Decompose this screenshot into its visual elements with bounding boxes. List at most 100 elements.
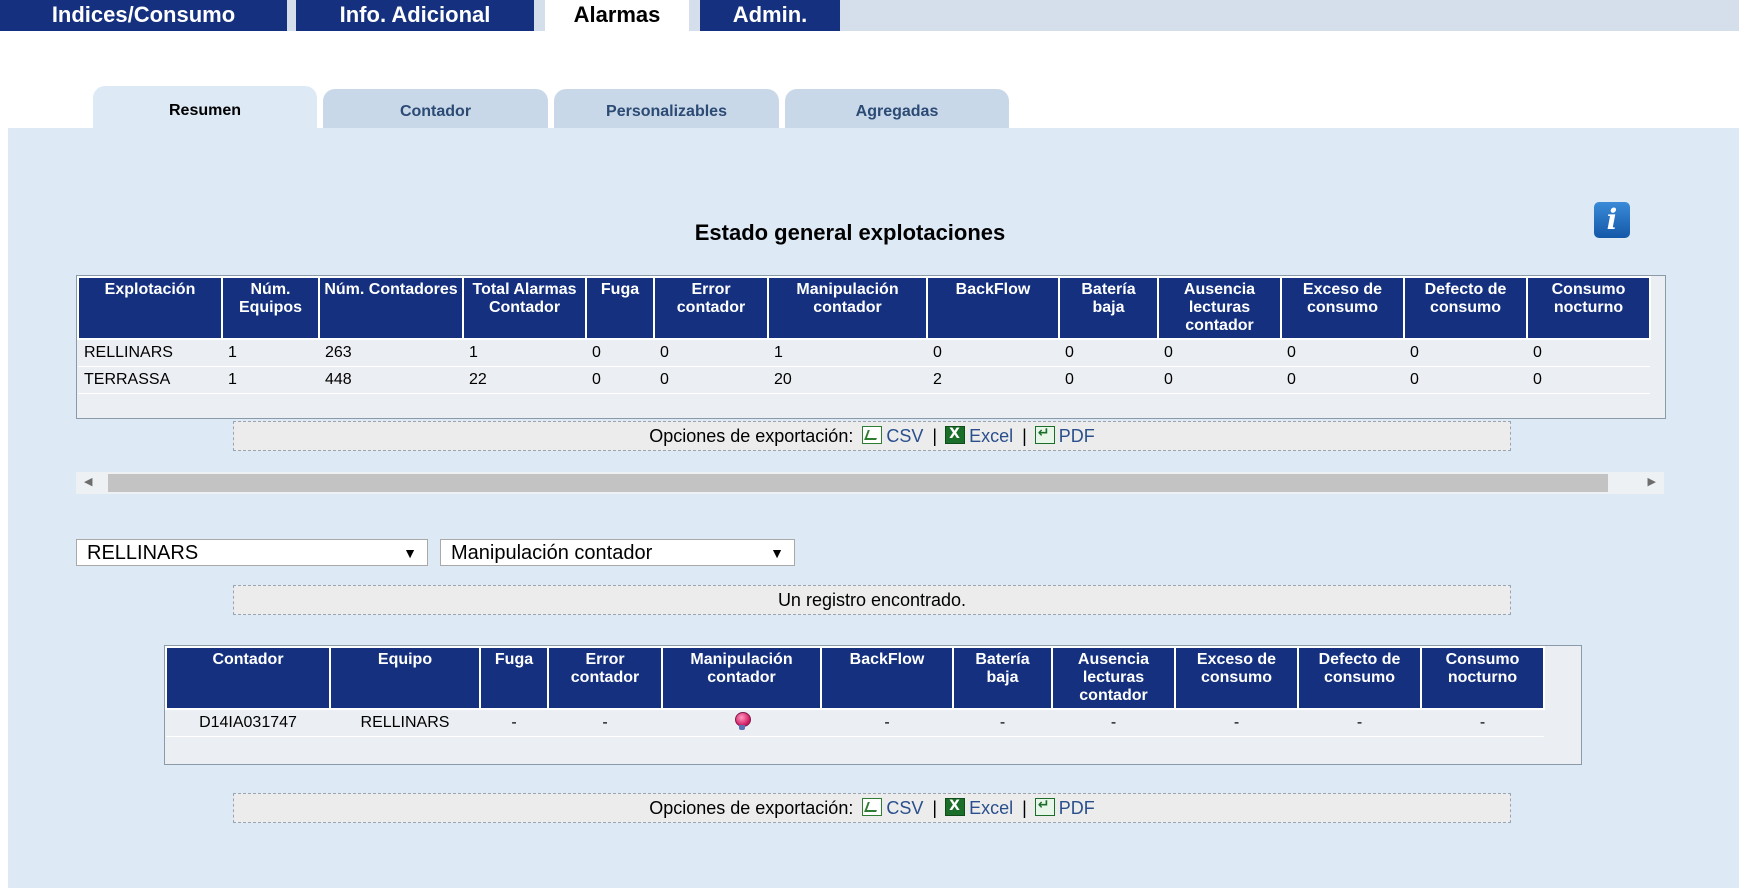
cell: 0 xyxy=(927,339,1059,367)
result-message: Un registro encontrado. xyxy=(777,590,967,610)
alarm-bulb-icon[interactable] xyxy=(734,711,751,730)
col-num-contadores[interactable]: Núm. Contadores xyxy=(318,276,464,340)
cell: 0 xyxy=(1158,339,1281,367)
cell: 20 xyxy=(768,366,927,394)
cell-contador: D14IA031747 xyxy=(166,709,330,737)
tab-info-adicional[interactable]: Info. Adicional xyxy=(296,0,534,31)
col-backflow[interactable]: BackFlow xyxy=(926,276,1060,340)
explotacion-select[interactable]: RELLINARS ▼ xyxy=(76,539,428,566)
cell: 1 xyxy=(222,366,319,394)
col-exceso-consumo[interactable]: Exceso de consumo xyxy=(1174,646,1299,710)
col-bateria-baja[interactable]: Batería baja xyxy=(952,646,1053,710)
detail-header-row: Contador Equipo Fuga Error contador Mani… xyxy=(165,646,1545,710)
cell: 0 xyxy=(1404,339,1527,367)
cell-exceso: - xyxy=(1175,709,1298,737)
col-backflow[interactable]: BackFlow xyxy=(820,646,954,710)
col-exceso-consumo[interactable]: Exceso de consumo xyxy=(1280,276,1405,340)
result-message-bar: Un registro encontrado. xyxy=(233,585,1511,615)
col-defecto-consumo[interactable]: Defecto de consumo xyxy=(1297,646,1422,710)
info-icon[interactable]: i xyxy=(1594,202,1630,238)
tab-resumen[interactable]: Resumen xyxy=(93,86,317,129)
export-pdf-link[interactable]: PDF xyxy=(1059,426,1095,446)
alarma-select[interactable]: Manipulación contador ▼ xyxy=(440,539,795,566)
export-bar-summary: Opciones de exportación: CSV | Excel | PDF xyxy=(233,421,1511,451)
tab-contador[interactable]: Contador xyxy=(323,89,548,129)
separator: | xyxy=(932,426,938,446)
col-num-equipos[interactable]: Núm. Equipos xyxy=(221,276,320,340)
cell: 0 xyxy=(1527,339,1650,367)
cell-ausencia: - xyxy=(1052,709,1175,737)
summary-header-row: Explotación Núm. Equipos Núm. Contadores… xyxy=(77,276,1651,340)
excel-icon[interactable] xyxy=(945,798,966,816)
cell: TERRASSA xyxy=(78,366,222,394)
pdf-icon[interactable] xyxy=(1034,797,1055,816)
tab-admin[interactable]: Admin. xyxy=(700,0,840,31)
cell: 448 xyxy=(319,366,463,394)
scrollbar-thumb[interactable] xyxy=(108,474,1608,492)
col-contador[interactable]: Contador xyxy=(165,646,331,710)
col-fuga[interactable]: Fuga xyxy=(585,276,655,340)
summary-title: Estado general explotaciones xyxy=(694,220,1006,245)
summary-table: Explotación Núm. Equipos Núm. Contadores… xyxy=(77,276,1651,394)
col-defecto-consumo[interactable]: Defecto de consumo xyxy=(1403,276,1528,340)
tab-personalizables[interactable]: Personalizables xyxy=(554,89,779,129)
cell: 0 xyxy=(1281,339,1404,367)
col-consumo-nocturno[interactable]: Consumo nocturno xyxy=(1420,646,1545,710)
col-bateria-baja[interactable]: Batería baja xyxy=(1058,276,1159,340)
tab-alarmas[interactable]: Alarmas xyxy=(545,0,689,31)
cell: 0 xyxy=(654,339,768,367)
col-ausencia-lecturas[interactable]: Ausencia lecturas contador xyxy=(1051,646,1176,710)
cell-equipo: RELLINARS xyxy=(330,709,480,737)
col-consumo-nocturno[interactable]: Consumo nocturno xyxy=(1526,276,1651,340)
col-equipo[interactable]: Equipo xyxy=(329,646,481,710)
summary-table-container: Explotación Núm. Equipos Núm. Contadores… xyxy=(76,275,1666,419)
export-pdf-link[interactable]: PDF xyxy=(1059,798,1095,818)
scroll-left-icon[interactable]: ◀ xyxy=(84,475,92,488)
export-excel-link[interactable]: Excel xyxy=(969,798,1013,818)
cell: 2 xyxy=(927,366,1059,394)
detail-table: Contador Equipo Fuga Error contador Mani… xyxy=(165,646,1545,737)
dropdown-arrow-icon: ▼ xyxy=(770,545,784,561)
export-csv-link[interactable]: CSV xyxy=(886,426,923,446)
excel-icon[interactable] xyxy=(945,426,966,444)
scroll-right-icon[interactable]: ▶ xyxy=(1648,475,1656,488)
col-manipulacion-contador[interactable]: Manipulación contador xyxy=(661,646,822,710)
cell: 0 xyxy=(586,339,654,367)
cell-error: - xyxy=(548,709,662,737)
cell-bateria: - xyxy=(953,709,1052,737)
pdf-icon[interactable] xyxy=(1034,425,1055,444)
col-explotacion[interactable]: Explotación xyxy=(77,276,223,340)
cell: 0 xyxy=(1527,366,1650,394)
export-label: Opciones de exportación: xyxy=(649,798,854,818)
separator: | xyxy=(1022,426,1027,446)
col-total-alarmas[interactable]: Total Alarmas Contador xyxy=(462,276,587,340)
tab-agregadas[interactable]: Agregadas xyxy=(785,89,1009,129)
cell-backflow: - xyxy=(821,709,953,737)
col-manipulacion-contador[interactable]: Manipulación contador xyxy=(767,276,928,340)
cell: 22 xyxy=(463,366,586,394)
col-error-contador[interactable]: Error contador xyxy=(547,646,663,710)
cell-fuga: - xyxy=(480,709,548,737)
alarma-select-value: Manipulación contador xyxy=(451,542,653,564)
summary-row: TERRASSA 1 448 22 0 0 20 2 0 0 0 0 0 xyxy=(78,366,1650,394)
export-csv-link[interactable]: CSV xyxy=(886,798,923,818)
col-fuga[interactable]: Fuga xyxy=(479,646,549,710)
col-error-contador[interactable]: Error contador xyxy=(653,276,769,340)
cell: 0 xyxy=(1281,366,1404,394)
csv-icon[interactable] xyxy=(862,798,883,816)
export-excel-link[interactable]: Excel xyxy=(969,426,1013,446)
dropdown-arrow-icon: ▼ xyxy=(403,545,417,561)
cell: 0 xyxy=(1059,366,1158,394)
cell: 0 xyxy=(1404,366,1527,394)
col-ausencia-lecturas[interactable]: Ausencia lecturas contador xyxy=(1157,276,1282,340)
cell: RELLINARS xyxy=(78,339,222,367)
tab-indices-consumo[interactable]: Indices/Consumo xyxy=(0,0,287,31)
explotacion-select-value: RELLINARS xyxy=(87,542,199,564)
cell: 0 xyxy=(654,366,768,394)
csv-icon[interactable] xyxy=(862,426,883,444)
horizontal-scrollbar[interactable]: ◀ ▶ xyxy=(76,472,1664,494)
cell: 0 xyxy=(586,366,654,394)
cell-manipulacion xyxy=(662,709,821,737)
separator: | xyxy=(932,798,938,818)
cell-defecto: - xyxy=(1298,709,1421,737)
